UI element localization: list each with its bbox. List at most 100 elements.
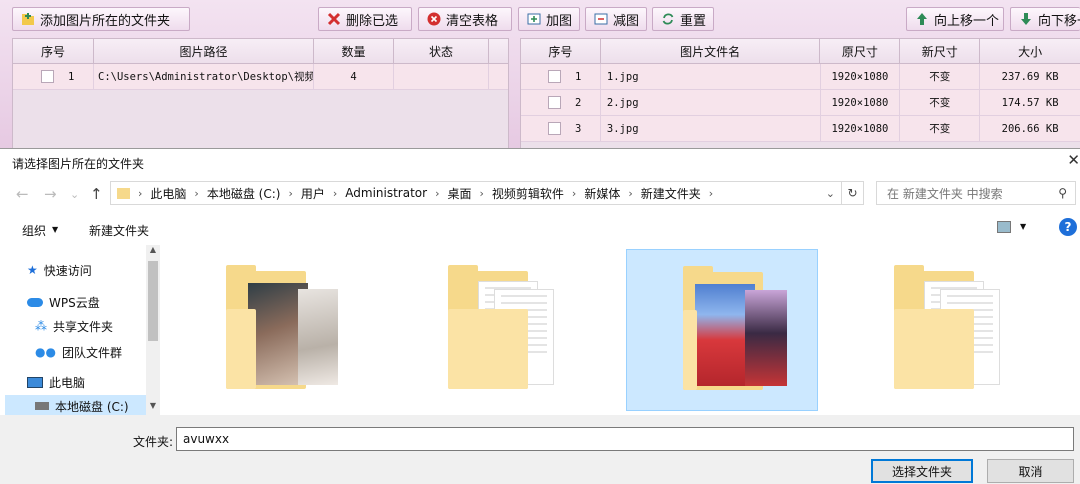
scroll-down-icon[interactable]: ▼ — [146, 401, 160, 415]
breadcrumb-item[interactable]: 新建文件夹 — [641, 185, 701, 202]
chevron-right-icon: › — [708, 186, 714, 200]
new-folder-button[interactable]: 新建文件夹 — [89, 222, 149, 239]
table-row[interactable]: 3 3.jpg 1920×1080 不变 206.66 KB — [521, 116, 1080, 142]
row-index-cell: 2 — [521, 90, 601, 115]
address-bar[interactable]: › 此电脑 › 本地磁盘 (C:) › 用户 › Administrator ›… — [110, 181, 864, 205]
organize-menu[interactable]: 组织 ▼ — [22, 222, 58, 239]
header-index[interactable]: 序号 — [521, 39, 601, 63]
help-icon[interactable]: ? — [1059, 218, 1077, 236]
nav-label: WPS云盘 — [49, 295, 100, 310]
select-folder-button[interactable]: 选择文件夹 — [871, 459, 973, 483]
shared-icon: ⁂ — [35, 319, 47, 333]
nav-wps-cloud[interactable]: WPS云盘 — [27, 291, 100, 313]
navigation-bar: ← → ⌄ ↑ › 此电脑 › 本地磁盘 (C:) › 用户 › Adminis… — [0, 179, 1080, 209]
breadcrumb-item[interactable]: 此电脑 — [150, 185, 186, 202]
reset-button[interactable]: 重置 — [652, 7, 714, 31]
folder-item[interactable] — [392, 249, 584, 411]
folder-item-selected[interactable] — [626, 249, 818, 411]
clear-icon — [427, 12, 441, 26]
back-arrow-icon[interactable]: ← — [16, 185, 29, 203]
folder-front — [448, 309, 528, 389]
breadcrumb-item[interactable]: Administrator — [345, 186, 427, 200]
folder-front — [683, 310, 697, 390]
nav-label: 本地磁盘 (C:) — [55, 399, 129, 414]
nav-scrollbar[interactable]: ▲ ▼ — [146, 245, 160, 415]
search-icon: ⚲ — [1058, 186, 1067, 200]
header-path[interactable]: 图片路径 — [94, 39, 314, 63]
header-filename[interactable]: 图片文件名 — [601, 39, 821, 63]
row-filename: 3.jpg — [601, 116, 821, 141]
breadcrumb-item[interactable]: 桌面 — [447, 185, 471, 202]
view-dropdown-icon[interactable]: ▼ — [1020, 222, 1026, 231]
row-checkbox[interactable] — [41, 70, 54, 83]
history-chevron-icon[interactable]: ⌄ — [70, 188, 79, 201]
row-orig-size: 1920×1080 — [821, 90, 901, 115]
up-arrow-icon — [915, 12, 929, 26]
table-row[interactable]: 2 2.jpg 1920×1080 不变 174.57 KB — [521, 90, 1080, 116]
row-index: 1 — [68, 70, 75, 83]
scroll-up-icon[interactable]: ▲ — [146, 245, 160, 259]
header-status[interactable]: 状态 — [394, 39, 489, 63]
nav-this-pc[interactable]: 此电脑 — [27, 371, 85, 393]
add-folder-button[interactable]: 添加图片所在的文件夹 — [12, 7, 190, 31]
row-count: 4 — [314, 64, 394, 89]
down-arrow-icon — [1019, 12, 1033, 26]
table-row[interactable]: 1 1.jpg 1920×1080 不变 237.69 KB — [521, 64, 1080, 90]
row-checkbox[interactable] — [548, 70, 561, 83]
add-image-button[interactable]: 加图 — [518, 7, 580, 31]
move-down-button[interactable]: 向下移一 — [1010, 7, 1080, 31]
nav-label: 快速访问 — [43, 263, 92, 278]
view-icon[interactable] — [997, 221, 1011, 233]
nav-local-disk[interactable]: 本地磁盘 (C:) — [5, 395, 146, 415]
clear-table-button[interactable]: 清空表格 — [418, 7, 512, 31]
nav-shared-folder[interactable]: ⁂ 共享文件夹 — [35, 315, 113, 337]
scroll-thumb[interactable] — [148, 261, 158, 341]
move-up-button[interactable]: 向上移一个 — [906, 7, 1004, 31]
row-filler — [489, 64, 508, 89]
dialog-footer: 文件夹: avuwxx 选择文件夹 取消 — [0, 415, 1080, 484]
remove-image-button[interactable]: 减图 — [585, 7, 647, 31]
breadcrumb-item[interactable]: 新媒体 — [584, 185, 620, 202]
table-row[interactable]: 1 C:\Users\Administrator\Desktop\视频 4 — [13, 64, 508, 90]
nav-quick-access[interactable]: ★ 快速访问 — [27, 259, 92, 281]
folder-view — [162, 245, 1080, 415]
folder-thumbnail — [298, 289, 338, 385]
delete-selected-button[interactable]: 删除已选 — [318, 7, 412, 31]
row-filename: 1.jpg — [601, 64, 821, 89]
row-checkbox[interactable] — [548, 122, 561, 135]
folder-item[interactable] — [170, 249, 362, 411]
header-orig-size[interactable]: 原尺寸 — [820, 39, 901, 63]
row-checkbox[interactable] — [548, 96, 561, 109]
computer-icon — [27, 376, 43, 388]
row-file-size: 174.57 KB — [1001, 96, 1059, 109]
header-count[interactable]: 数量 — [314, 39, 394, 63]
row-index-cell: 1 — [13, 64, 94, 89]
add-image-icon — [527, 12, 541, 26]
folder-icon — [117, 187, 130, 199]
folder-front — [226, 309, 256, 389]
header-index[interactable]: 序号 — [13, 39, 94, 63]
row-status — [394, 64, 489, 89]
up-level-icon[interactable]: ↑ — [90, 185, 103, 203]
organize-label: 组织 — [22, 224, 47, 238]
folder-table: 序号 图片路径 数量 状态 1 C:\Users\Administrator\D… — [12, 38, 509, 150]
refresh-icon[interactable]: ↻ — [841, 182, 863, 204]
folder-name-input[interactable]: avuwxx — [176, 427, 1074, 451]
close-icon[interactable]: ✕ — [1067, 151, 1080, 169]
forward-arrow-icon[interactable]: → — [44, 185, 57, 203]
breadcrumb-item[interactable]: 本地磁盘 (C:) — [207, 185, 281, 202]
address-dropdown-icon[interactable]: ⌄ — [826, 187, 835, 200]
search-input[interactable]: 在 新建文件夹 中搜索 ⚲ — [876, 181, 1076, 205]
folder-table-header: 序号 图片路径 数量 状态 — [13, 39, 508, 64]
row-new-size: 不变 — [900, 116, 981, 141]
add-folder-label: 添加图片所在的文件夹 — [40, 13, 171, 29]
nav-team-folder[interactable]: ●● 团队文件群 — [35, 341, 122, 363]
command-bar: 组织 ▼ 新建文件夹 ▼ ? — [0, 217, 1080, 243]
folder-item[interactable] — [838, 249, 1030, 411]
header-new-size[interactable]: 新尺寸 — [900, 39, 981, 63]
header-file-size[interactable]: 大小 — [980, 39, 1080, 63]
breadcrumb-item[interactable]: 视频剪辑软件 — [492, 185, 564, 202]
cancel-button[interactable]: 取消 — [987, 459, 1074, 483]
chevron-down-icon: ▼ — [52, 225, 59, 234]
breadcrumb-item[interactable]: 用户 — [301, 185, 325, 202]
